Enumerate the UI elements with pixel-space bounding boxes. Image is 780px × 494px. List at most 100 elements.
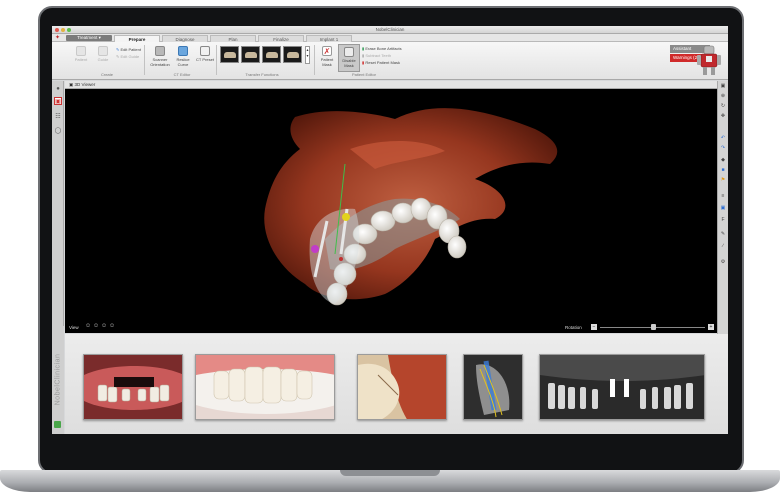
cart-icon[interactable]: ☷ bbox=[54, 113, 62, 121]
rotation-label: Rotation bbox=[565, 325, 582, 330]
3d-viewer[interactable] bbox=[65, 89, 717, 333]
reset-icon: ▮ bbox=[362, 60, 365, 65]
flag-icon[interactable]: ⚑ bbox=[720, 177, 726, 183]
transfer-function-3[interactable] bbox=[262, 46, 281, 63]
disable-mask-icon bbox=[344, 47, 354, 57]
edit-guide-button[interactable]: ✎ Edit Guide bbox=[116, 54, 139, 59]
subtract-icon: ▮ bbox=[362, 53, 365, 58]
gallery-photo-smile[interactable] bbox=[195, 354, 335, 420]
tab-row: ✦ Treatment ▾ Prepare Diagnose Plan Fina… bbox=[52, 34, 728, 43]
expand-icon[interactable] bbox=[54, 421, 61, 428]
view-front-icon[interactable]: ☺ bbox=[85, 323, 91, 329]
rotation-slider-knob[interactable] bbox=[650, 324, 656, 330]
erase-bone-label: Erase Bone Artifacts bbox=[365, 46, 402, 51]
scanner-icon bbox=[155, 46, 165, 56]
implant-apex bbox=[339, 257, 343, 261]
view-label: View bbox=[69, 325, 79, 330]
disable-mask-button[interactable]: Disable Mask bbox=[338, 44, 360, 72]
brand-logo: NobelClinician bbox=[54, 353, 62, 406]
scanner-orientation-button[interactable]: Scanner Orientation bbox=[148, 44, 172, 72]
mode-dropdown[interactable]: Treatment ▾ bbox=[66, 35, 112, 41]
gallery-photo-intraoral[interactable] bbox=[83, 354, 183, 420]
image-gallery bbox=[65, 334, 728, 434]
ribbon-separator bbox=[144, 45, 145, 75]
skull-render bbox=[264, 108, 558, 306]
brand-strip: NobelClinician bbox=[52, 326, 64, 434]
implant-2-marker bbox=[342, 213, 350, 221]
tab-finalize[interactable]: Finalize bbox=[258, 35, 304, 42]
gallery-panoramic-xray[interactable] bbox=[539, 354, 705, 420]
scan-icon[interactable]: ▣ bbox=[54, 97, 62, 105]
create-guide-button[interactable]: Guide bbox=[92, 44, 114, 72]
measure-icon[interactable]: ◆ bbox=[720, 157, 726, 163]
layer-icon[interactable]: ■ bbox=[720, 167, 726, 173]
rotation-left-button[interactable]: − bbox=[591, 324, 597, 330]
reset-patient-mask-button[interactable]: ▮ Reset Patient Mask bbox=[362, 60, 400, 65]
edit-guide-label: Edit Guide bbox=[120, 54, 140, 59]
scanner-orientation-label: Scanner Orientation bbox=[150, 57, 170, 67]
patient-icon bbox=[76, 46, 86, 56]
viewer-header: ▣ 3D Viewer bbox=[65, 81, 717, 89]
guide-icon bbox=[98, 46, 108, 56]
app-window: NobelClinician ✦ Treatment ▾ Prepare Dia… bbox=[52, 26, 728, 434]
gallery-ct-cross-section[interactable] bbox=[463, 354, 523, 420]
subtract-teeth-button[interactable]: ▮ Subtract Teeth bbox=[362, 53, 391, 58]
redo-icon[interactable]: ↷ bbox=[720, 145, 726, 151]
tab-diagnose[interactable]: Diagnose bbox=[162, 35, 208, 42]
subtract-teeth-label: Subtract Teeth bbox=[365, 53, 392, 58]
view-side-icon[interactable]: ☺ bbox=[93, 323, 99, 329]
erase-bone-artifacts-button[interactable]: ▮ Erase Bone Artifacts bbox=[362, 46, 402, 51]
edit-guide-icon: ✎ bbox=[116, 54, 120, 59]
gallery-ct-side[interactable] bbox=[357, 354, 447, 420]
ribbon-separator bbox=[216, 45, 217, 75]
settings-icon[interactable]: ⚙ bbox=[720, 259, 726, 265]
patient-icon[interactable]: ● bbox=[54, 85, 62, 93]
implant-1-marker bbox=[311, 245, 319, 253]
rotation-right-button[interactable]: + bbox=[708, 324, 714, 330]
density-icon[interactable]: ▣ bbox=[720, 205, 726, 211]
undo-icon[interactable]: ↶ bbox=[720, 135, 726, 141]
laptop-notch bbox=[340, 470, 440, 476]
title-bar: NobelClinician bbox=[52, 26, 728, 34]
transfer-function-stepper[interactable]: ▴ ▾ bbox=[305, 46, 310, 64]
curve-icon bbox=[178, 46, 188, 56]
ct-preset-label: CT Preset bbox=[196, 57, 214, 62]
eraser-icon: ▮ bbox=[362, 46, 365, 51]
window-title: NobelClinician bbox=[375, 27, 405, 32]
chat-icon[interactable]: ◯ bbox=[54, 127, 62, 135]
tab-implant-1[interactable]: Implant 1 bbox=[306, 35, 352, 42]
create-patient-label: Patient bbox=[74, 57, 88, 62]
pen-icon[interactable]: ✎ bbox=[720, 231, 726, 237]
view-icon[interactable]: ▣ bbox=[720, 83, 726, 89]
mask-icon: ✗ bbox=[322, 46, 332, 56]
view-back-icon[interactable]: ☺ bbox=[109, 323, 115, 329]
viewer-bottom-bar: View ☺ ☺ ☺ ☺ Rotation − + bbox=[65, 322, 717, 333]
create-group-caption: Create bbox=[100, 72, 113, 77]
reslice-curve-button[interactable]: Reslice Curve bbox=[172, 44, 194, 72]
transfer-function-2[interactable] bbox=[241, 46, 260, 63]
pan-icon[interactable]: ✥ bbox=[720, 113, 726, 119]
transfer-function-1[interactable] bbox=[220, 46, 239, 63]
view-top-icon[interactable]: ☺ bbox=[101, 323, 107, 329]
tab-plan[interactable]: Plan bbox=[210, 35, 256, 42]
reset-mask-label: Reset Patient Mask bbox=[365, 60, 401, 65]
reslice-curve-label: Reslice Curve bbox=[176, 57, 190, 67]
edit-patient-button[interactable]: ✎ Edit Patient bbox=[116, 47, 141, 52]
ruler-icon[interactable]: ≡ bbox=[720, 193, 726, 199]
create-guide-label: Guide bbox=[97, 57, 109, 62]
patient-mask-button[interactable]: ✗ Patient Mask bbox=[316, 44, 338, 72]
ct-preset-button[interactable]: CT Preset bbox=[194, 44, 216, 72]
font-icon[interactable]: F bbox=[720, 217, 726, 223]
preset-icon bbox=[200, 46, 210, 56]
rotate-icon[interactable]: ↻ bbox=[720, 103, 726, 109]
mode-label: Treatment bbox=[77, 35, 98, 40]
create-patient-button[interactable]: Patient bbox=[70, 44, 92, 72]
zoom-icon[interactable]: ⊕ bbox=[720, 93, 726, 99]
disable-mask-label: Disable Mask bbox=[342, 58, 356, 68]
viewer-title: 3D Viewer bbox=[74, 82, 96, 87]
line-icon[interactable]: ∕ bbox=[720, 243, 726, 249]
transfer-function-4[interactable] bbox=[283, 46, 302, 63]
app-logo-icon: ✦ bbox=[55, 35, 61, 41]
right-toolbar: ▣ ⊕ ↻ ✥ ↶ ↷ ◆ ■ ⚑ ≡ ▣ F ✎ ∕ ⚙ bbox=[717, 81, 728, 341]
patient-editor-caption: Patient Editor bbox=[351, 72, 376, 77]
